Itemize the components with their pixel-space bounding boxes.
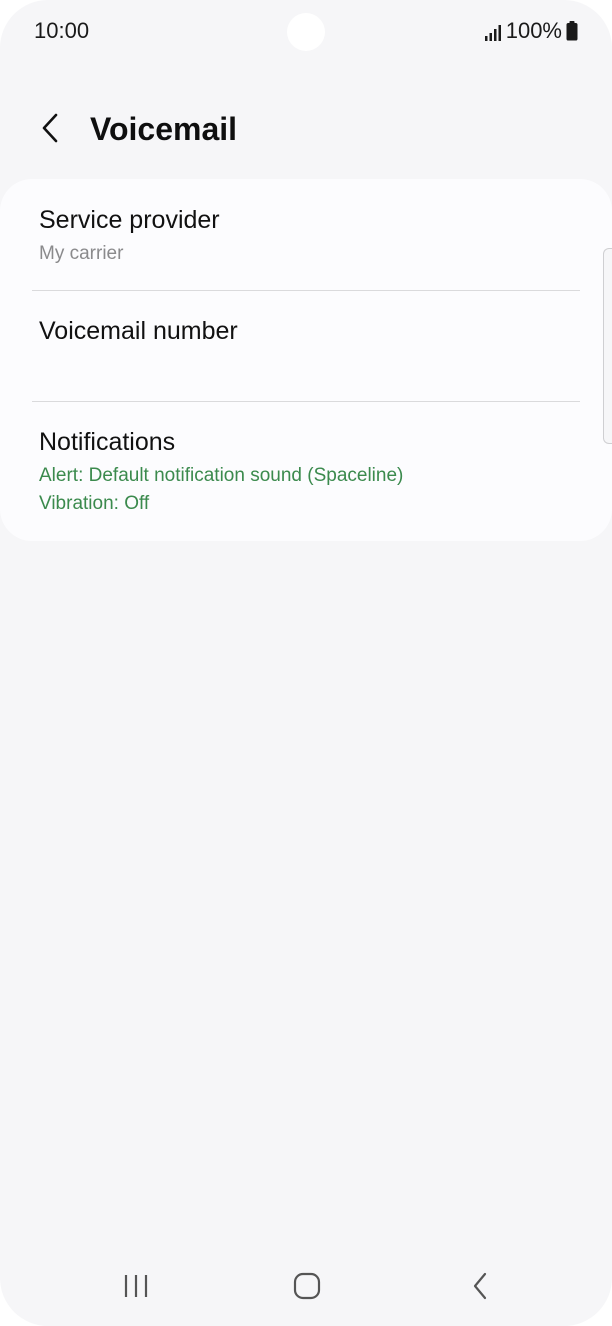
- voicemail-number-row[interactable]: Voicemail number: [0, 291, 612, 401]
- page-title: Voicemail: [90, 111, 238, 147]
- status-bar: 10:00 100%: [0, 0, 612, 66]
- service-provider-row[interactable]: Service provider My carrier: [0, 179, 612, 290]
- settings-card: Service provider My carrier Voicemail nu…: [0, 179, 612, 541]
- voicemail-number-title: Voicemail number: [39, 317, 238, 345]
- recents-button[interactable]: [106, 1268, 166, 1308]
- home-button[interactable]: [277, 1268, 337, 1308]
- camera-cutout: [287, 13, 325, 51]
- notifications-vibration: Vibration: Off: [39, 493, 150, 514]
- chevron-left-icon: [39, 112, 61, 149]
- recents-icon: [122, 1273, 150, 1304]
- phone-screen: 10:00 100% Voicemail Service provider My…: [0, 0, 612, 1326]
- notifications-alert: Alert: Default notification sound (Space…: [39, 465, 404, 486]
- status-time: 10:00: [34, 18, 90, 43]
- signal-icon: [484, 22, 502, 41]
- service-provider-value: My carrier: [39, 243, 124, 264]
- app-header: Voicemail: [0, 96, 612, 162]
- back-button[interactable]: [28, 108, 72, 152]
- service-provider-title: Service provider: [39, 206, 220, 234]
- scroll-indicator[interactable]: [603, 248, 612, 444]
- notifications-title: Notifications: [39, 428, 176, 456]
- battery-percent: 100%: [505, 18, 562, 43]
- notifications-row[interactable]: Notifications Alert: Default notificatio…: [0, 402, 612, 541]
- battery-icon: [566, 21, 578, 41]
- nav-back-button[interactable]: [450, 1268, 510, 1308]
- home-icon: [293, 1272, 321, 1305]
- status-indicators: 100%: [484, 18, 578, 44]
- back-icon: [471, 1272, 489, 1305]
- navigation-bar: [0, 1258, 612, 1318]
